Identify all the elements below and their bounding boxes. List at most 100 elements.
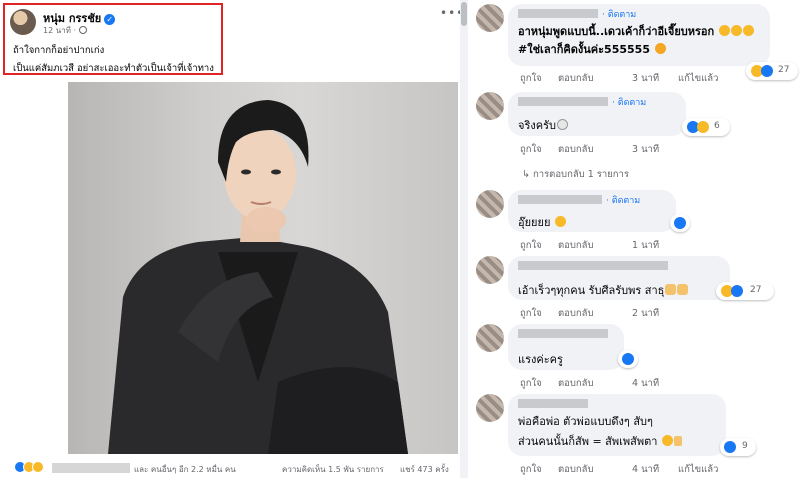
blurred-commenter-name[interactable] (518, 261, 668, 270)
like-action[interactable]: ถูกใจ (520, 462, 542, 477)
post-footer: และ คนอื่นๆ อีก 2.2 หมื่น คน ความคิดเห็น… (0, 459, 470, 478)
reaction-count: 27 (778, 65, 790, 75)
like-action[interactable]: ถูกใจ (520, 238, 542, 253)
portrait-illustration (108, 100, 408, 454)
comment-time[interactable]: 4 นาที (632, 376, 659, 391)
like-icon (724, 441, 736, 453)
follow-link[interactable]: · ติดตาม (602, 7, 636, 21)
comment-count[interactable]: ความคิดเห็น 1.5 พัน รายการ (282, 463, 384, 476)
verified-badge-icon: ✓ (104, 14, 116, 25)
haha-icon (697, 121, 709, 133)
commenter-avatar[interactable] (476, 256, 504, 284)
comment-text: #ใช่เลาก็คิดงั้นค่ะ555555 (518, 43, 650, 56)
comment-text-line: จริงครับ (518, 116, 568, 134)
blurred-commenter-name[interactable] (518, 195, 602, 204)
follow-link[interactable]: · ติดตาม (606, 193, 640, 207)
follow-link[interactable]: · ติดตาม (612, 95, 646, 109)
reaction-badge[interactable]: 27 (716, 282, 774, 300)
reply-action[interactable]: ตอบกลับ (558, 142, 594, 157)
ok-hand-emoji-icon (556, 119, 568, 130)
thumbs-up-emoji-icon (673, 436, 682, 446)
comment-text-line: ส่วนคนนั้นก็สัพ = สัพเพสัพตา (518, 432, 682, 450)
reaction-count: 9 (742, 441, 748, 451)
like-action[interactable]: ถูกใจ (520, 376, 542, 391)
like-icon (731, 285, 743, 297)
comment-text: พ่อคือพ่อ ตัวพ่อแบบดึงๆ สับๆ (518, 415, 653, 428)
author-avatar[interactable] (10, 9, 36, 35)
comment-bubble: พ่อคือพ่อ ตัวพ่อแบบดึงๆ สับๆ ส่วนคนนั้นก… (508, 394, 726, 456)
like-action[interactable]: ถูกใจ (520, 306, 542, 321)
reaction-icons[interactable] (14, 461, 44, 473)
comment-time[interactable]: 2 นาที (632, 306, 659, 321)
comment-text-line: อาหนุ่มพูดแบบนี้..เดวเค้าก็ว่าอีเจี๊ยบหร… (518, 22, 755, 40)
edited-label: แก้ไขแล้ว (678, 73, 719, 84)
commenter-avatar[interactable] (476, 324, 504, 352)
comment-text-line: เอ้าเร็วๆทุกคน รับศีลรับพร สาธุ (518, 281, 689, 299)
comment-text: จริงครับ (518, 119, 556, 132)
edited-label: แก้ไขแล้ว (678, 464, 719, 475)
share-count[interactable]: แชร์ 473 ครั้ง (400, 463, 449, 476)
comment-text: อุ๊ยยยย (518, 216, 551, 229)
blurred-commenter-name[interactable] (518, 399, 588, 408)
blurred-reactor-name (52, 463, 130, 473)
comment-text-line: พ่อคือพ่อ ตัวพ่อแบบดึงๆ สับๆ (518, 412, 653, 430)
reply-action[interactable]: ตอบกลับ (558, 306, 594, 321)
post-photo[interactable] (68, 82, 458, 454)
post-text-line-2: เป็นแค่สัมภเวสี อย่าสะเออะทำตัวเป็นเจ้าท… (13, 63, 214, 74)
commenter-avatar[interactable] (476, 4, 504, 32)
comment-time[interactable]: 1 นาที (632, 238, 659, 253)
like-icon (674, 217, 686, 229)
blurred-commenter-name[interactable] (518, 97, 608, 106)
reaction-badge[interactable] (618, 350, 638, 368)
reply-action[interactable]: ตอบกลับ (558, 238, 594, 253)
comment-time[interactable]: 3 นาที (632, 71, 659, 86)
post-timestamp[interactable]: 12 นาที · (43, 26, 76, 35)
comment-bubble: · ติดตาม จริงครับ (508, 92, 686, 136)
reaction-badge[interactable]: 9 (720, 438, 756, 456)
flushed-emoji-icon (554, 216, 566, 227)
flushed-emoji-icon (661, 435, 673, 446)
commenter-avatar[interactable] (476, 190, 504, 218)
laughing-emoji-icon (719, 25, 731, 36)
reaction-summary[interactable]: และ คนอื่นๆ อีก 2.2 หมื่น คน (134, 463, 236, 476)
blurred-commenter-name[interactable] (518, 329, 608, 338)
like-action[interactable]: ถูกใจ (520, 142, 542, 157)
commenter-avatar[interactable] (476, 394, 504, 422)
wow-icon (32, 461, 44, 473)
post-text-line-1: ถ้าใจกากก็อย่าปากเก่ง (13, 45, 105, 56)
comment-text: เอ้าเร็วๆทุกคน รับศีลรับพร สาธุ (518, 284, 665, 297)
view-replies-link[interactable]: ↳ การตอบกลับ 1 รายการ (522, 167, 629, 182)
scrollbar-track[interactable] (460, 0, 468, 478)
comment-text-line: อุ๊ยยยย (518, 213, 566, 231)
commenter-avatar[interactable] (476, 92, 504, 120)
post-header-highlight: หนุ่ม กรรชัย ✓ 12 นาที · ถ้าใจกากก็อย่าปา… (3, 3, 223, 75)
globe-icon (79, 26, 88, 34)
comment-text-line: แรงค่ะครู (518, 350, 563, 368)
reaction-badge[interactable] (670, 214, 690, 232)
post-timestamp-row[interactable]: 12 นาที · (43, 24, 88, 37)
reaction-badge[interactable]: 27 (746, 62, 798, 80)
reply-action[interactable]: ตอบกลับ (558, 462, 594, 477)
laughing-emoji-icon (743, 25, 755, 36)
comment-bubble: · ติดตาม อาหนุ่มพูดแบบนี้..เดวเค้าก็ว่าอ… (508, 4, 770, 66)
facebook-post: หนุ่ม กรรชัย ✓ 12 นาที · ถ้าใจกากก็อย่าปา… (0, 0, 470, 478)
comment-bubble: เอ้าเร็วๆทุกคน รับศีลรับพร สาธุ (508, 256, 730, 300)
replies-count[interactable]: การตอบกลับ 1 รายการ (533, 169, 629, 180)
praying-hands-emoji-icon (677, 284, 689, 295)
laughing-emoji-icon (731, 25, 743, 36)
praying-hands-emoji-icon (665, 284, 677, 295)
comment-bubble: · ติดตาม อุ๊ยยยย (508, 190, 676, 232)
scrollbar-thumb[interactable] (461, 2, 467, 26)
comment-time[interactable]: 3 นาที (632, 142, 659, 157)
like-icon (622, 353, 634, 365)
reply-action[interactable]: ตอบกลับ (558, 71, 594, 86)
comment-time[interactable]: 4 นาที (632, 462, 659, 477)
reaction-count: 6 (714, 121, 720, 131)
like-action[interactable]: ถูกใจ (520, 71, 542, 86)
reaction-count: 27 (750, 285, 762, 295)
reaction-badge[interactable]: 6 (682, 118, 730, 136)
blurred-commenter-name[interactable] (518, 9, 598, 18)
squinting-emoji-icon (654, 43, 666, 54)
reply-action[interactable]: ตอบกลับ (558, 376, 594, 391)
comment-text-line: #ใช่เลาก็คิดงั้นค่ะ555555 (518, 40, 666, 58)
